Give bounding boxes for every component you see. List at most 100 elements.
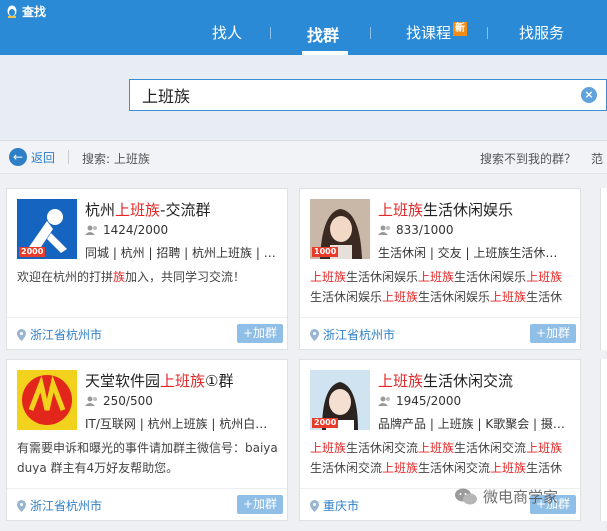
name-part: ①群: [205, 372, 234, 390]
desc-highlight: 上班族: [418, 270, 455, 284]
members-icon: [85, 396, 97, 406]
group-card[interactable]: 1000 上班族生活休闲娱乐 833/1000 生活休闲 | 交友 | 上班族生…: [299, 188, 581, 350]
join-group-button[interactable]: +加群: [237, 324, 283, 343]
qq-penguin-icon: [7, 5, 17, 18]
card-footer: 浙江省杭州市 +加群: [300, 317, 580, 350]
member-count-value: 250/500: [103, 394, 153, 408]
desc-text: 生活休闲娱乐: [346, 270, 419, 284]
join-group-button[interactable]: +加群: [237, 495, 283, 514]
desc-text: 生活休闲娱乐: [418, 290, 491, 303]
group-card[interactable]: 天堂软件园上班族①群 250/500 IT/互联网 | 杭州上班族 | 杭州白……: [6, 359, 288, 521]
desc-text: 生活休闲交流: [310, 461, 383, 474]
group-location: 浙江省杭州市: [17, 497, 102, 514]
watermark-text: 微电商学家: [483, 488, 559, 506]
desc-text: 有需要申诉和曝光的事件请加群主微信号：baiyaduya 群主有4万好友帮助您。: [17, 441, 278, 474]
tab-find-people[interactable]: 找人: [212, 22, 242, 43]
desc-text: 生活休闲娱乐: [310, 290, 383, 303]
tab-find-groups[interactable]: 找群: [307, 22, 339, 46]
name-highlight: 上班族: [160, 372, 206, 390]
wechat-icon: [455, 488, 477, 504]
cant-find-group-link[interactable]: 搜索不到我的群？: [480, 150, 576, 167]
search-input[interactable]: [142, 85, 562, 104]
group-tags: 同城 | 杭州 | 招聘 | 杭州上班族 | …: [85, 246, 276, 260]
member-count: 250/500: [85, 394, 153, 408]
tab-find-services[interactable]: 找服务: [519, 22, 564, 43]
location-text: 重庆市: [323, 499, 360, 513]
desc-text: 生活休闲交流: [418, 461, 491, 474]
name-highlight: 上班族: [115, 201, 161, 219]
tab-label: 找人: [212, 24, 243, 42]
tab-find-courses[interactable]: 找课程新: [406, 22, 468, 43]
name-part: 天堂软件园: [85, 372, 161, 390]
group-description: 有需要申诉和曝光的事件请加群主微信号：baiyaduya 群主有4万好友帮助您。: [17, 438, 281, 474]
desc-text: 欢迎在杭州的打拼: [17, 270, 114, 284]
name-part: -交流群: [160, 201, 211, 219]
app-title-text: 查找: [22, 5, 47, 19]
desc-highlight: 上班族: [310, 270, 347, 284]
desc-highlight: 上班族: [310, 441, 347, 455]
tab-divider: [487, 27, 488, 39]
clear-icon[interactable]: ×: [581, 87, 597, 103]
members-icon: [85, 225, 97, 235]
group-name[interactable]: 杭州上班族-交流群: [85, 199, 210, 220]
desc-text: 生活休闲娱乐: [454, 270, 527, 284]
group-description: 上班族生活休闲交流上班族生活休闲交流上班族生活休闲交流上班族生活休闲交流上班族生…: [310, 438, 574, 474]
name-part: 杭州: [85, 201, 116, 219]
group-card-partial[interactable]: [600, 188, 607, 350]
watermark: 微电商学家: [455, 486, 558, 507]
breadcrumb: ← 返回 搜索: 上班族 搜索不到我的群？ 范: [0, 141, 607, 174]
member-count: 1945/2000: [378, 394, 461, 408]
group-location: 浙江省杭州市: [17, 326, 102, 343]
search-query-label: 搜索: 上班族: [82, 152, 150, 166]
search-box: ×: [129, 79, 607, 111]
member-count: 833/1000: [378, 223, 454, 237]
name-highlight: 上班族: [378, 372, 424, 390]
group-tags: 生活休闲 | 交友 | 上班族生活休…: [378, 246, 558, 260]
group-name[interactable]: 上班族生活休闲娱乐: [378, 199, 513, 220]
desc-text: 生活休闲交流: [346, 441, 419, 455]
join-group-button[interactable]: +加群: [530, 324, 576, 343]
desc-highlight: 族: [113, 270, 126, 284]
member-count: 1424/2000: [85, 223, 168, 237]
member-count-value: 1424/2000: [103, 223, 169, 237]
member-count-value: 1945/2000: [396, 394, 462, 408]
member-count-value: 833/1000: [396, 223, 454, 237]
group-avatar: 2000: [310, 370, 370, 430]
name-highlight: 上班族: [378, 201, 424, 219]
new-badge: 新: [453, 22, 468, 36]
desc-highlight: 上班族: [490, 461, 527, 474]
group-card[interactable]: 2000 杭州上班族-交流群 1424/2000 同城 | 杭州 | 招聘 | …: [6, 188, 288, 350]
group-level-badge: 1000: [312, 247, 339, 257]
group-tags: IT/互联网 | 杭州上班族 | 杭州白…: [85, 417, 268, 431]
desc-highlight: 上班族: [526, 441, 563, 455]
truncated-link[interactable]: 范: [591, 150, 603, 167]
tab-label: 找群: [307, 26, 340, 45]
desc-text: 加入，共同学习交流！: [125, 270, 246, 284]
group-name[interactable]: 上班族生活休闲交流: [378, 370, 513, 391]
group-location: 浙江省杭州市: [310, 326, 395, 343]
back-label: 返回: [31, 150, 56, 165]
members-icon: [378, 225, 390, 235]
group-avatar: 1000: [310, 199, 370, 259]
location-pin-icon: [17, 328, 26, 341]
group-avatar: 2000: [17, 199, 77, 259]
tab-divider: [270, 27, 271, 39]
location-pin-icon: [17, 499, 26, 512]
group-name[interactable]: 天堂软件园上班族①群: [85, 370, 233, 391]
group-level-badge: 2000: [19, 247, 46, 257]
desc-highlight: 上班族: [418, 441, 455, 455]
back-button[interactable]: ← 返回: [9, 148, 55, 166]
search-area: ×: [0, 55, 607, 141]
divider: [68, 150, 69, 164]
group-description: 欢迎在杭州的打拼族加入，共同学习交流！: [17, 267, 281, 303]
desc-highlight: 上班族: [382, 461, 419, 474]
group-card-partial[interactable]: [600, 359, 607, 521]
location-text: 浙江省杭州市: [30, 328, 103, 342]
group-description: 上班族生活休闲娱乐上班族生活休闲娱乐上班族生活休闲娱乐上班族生活休闲娱乐上班族生…: [310, 267, 574, 303]
card-footer: 浙江省杭州市 +加群: [7, 317, 287, 350]
desc-text: 生活休闲交流: [454, 441, 527, 455]
desc-highlight: 上班族: [490, 290, 527, 303]
name-part: 生活休闲娱乐: [423, 201, 514, 219]
location-pin-icon: [310, 499, 319, 512]
tab-divider: [370, 27, 371, 39]
